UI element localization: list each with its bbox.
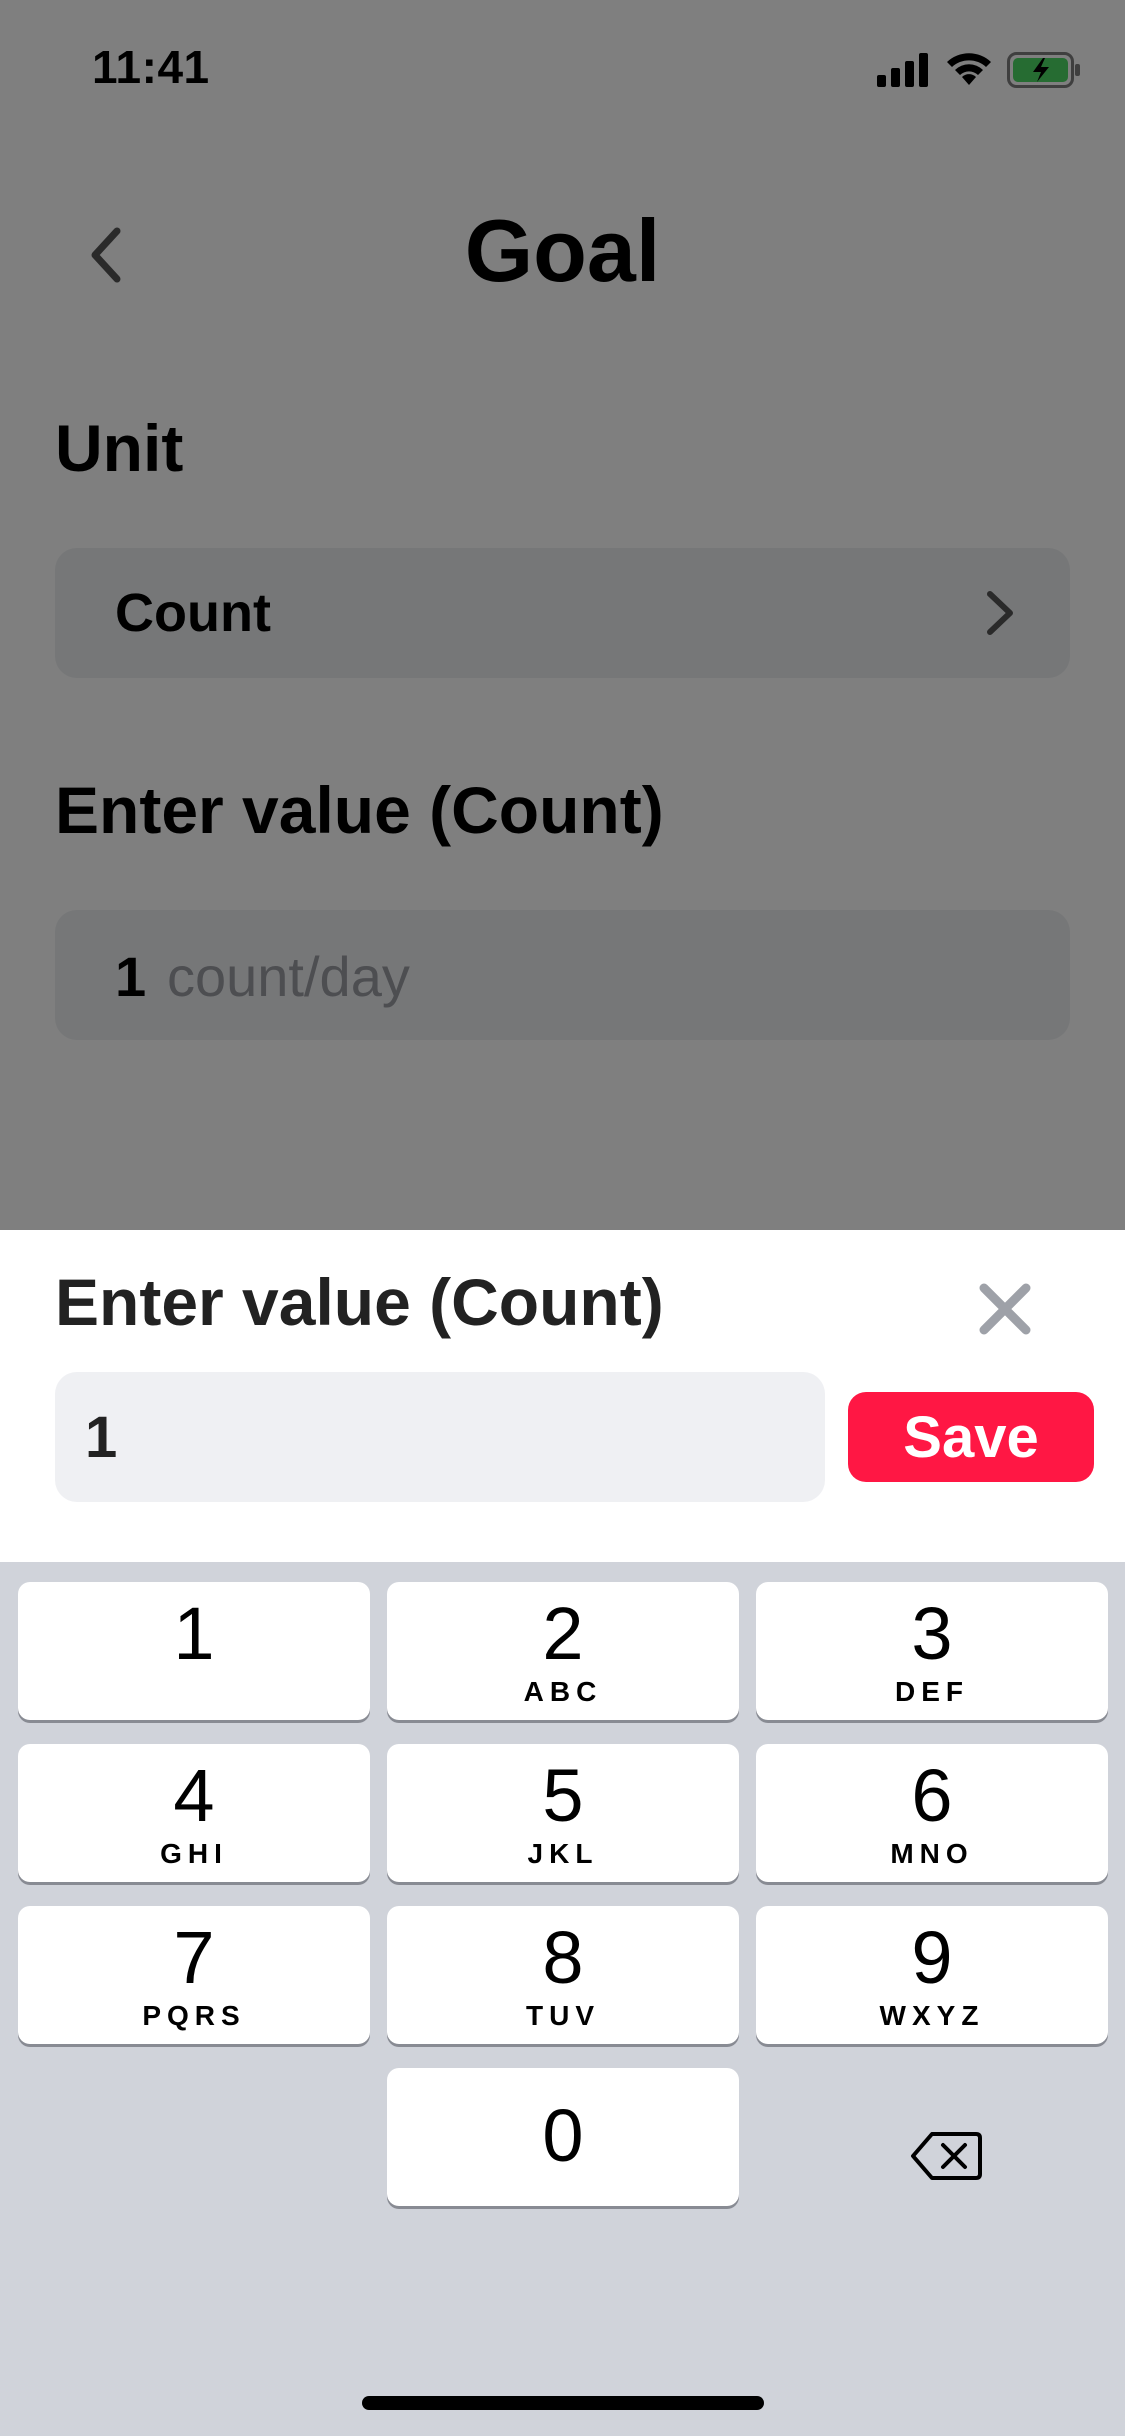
value-field[interactable]: 1 count/day <box>55 910 1070 1040</box>
key-5[interactable]: 5 JKL <box>387 1744 739 1882</box>
unit-selector[interactable]: Count <box>55 548 1070 678</box>
value-input[interactable] <box>55 1372 825 1502</box>
value-entry-sheet: Enter value (Count) Save <box>0 1230 1125 1562</box>
close-icon <box>979 1283 1031 1335</box>
key-9[interactable]: 9 WXYZ <box>756 1906 1108 2044</box>
key-digit: 0 <box>542 2094 584 2177</box>
key-letters: MNO <box>890 1838 974 1869</box>
status-icons <box>877 50 1081 90</box>
key-letters: DEF <box>895 1676 969 1707</box>
key-1[interactable]: 1 <box>18 1582 370 1720</box>
key-letters: ABC <box>523 1676 603 1707</box>
key-digit: 4 <box>173 1754 215 1837</box>
value-unit-suffix: count/day <box>167 945 410 1008</box>
close-button[interactable] <box>970 1274 1040 1344</box>
key-letters: TUV <box>526 2000 600 2031</box>
key-8[interactable]: 8 TUV <box>387 1906 739 2044</box>
key-digit: 7 <box>173 1916 215 1999</box>
key-digit: 1 <box>173 1592 215 1675</box>
key-0[interactable]: 0 <box>387 2068 739 2206</box>
sheet-title: Enter value (Count) <box>55 1265 664 1339</box>
wifi-icon <box>947 53 991 85</box>
status-bar: 11:41 <box>0 0 1125 132</box>
battery-charging-icon <box>1007 52 1080 88</box>
key-letters: JKL <box>527 1838 599 1869</box>
key-digit: 3 <box>911 1592 953 1675</box>
save-button[interactable]: Save <box>848 1392 1094 1482</box>
goal-screen: 11:41 Goal Unit Count Enter value (Count… <box>0 0 1125 1230</box>
key-digit: 6 <box>911 1754 953 1837</box>
key-7[interactable]: 7 PQRS <box>18 1906 370 2044</box>
unit-value: Count <box>115 583 271 643</box>
key-3[interactable]: 3 DEF <box>756 1582 1108 1720</box>
key-2[interactable]: 2 ABC <box>387 1582 739 1720</box>
key-letters: WXYZ <box>879 2000 985 2031</box>
key-4[interactable]: 4 GHI <box>18 1744 370 1882</box>
home-indicator <box>362 2396 764 2410</box>
key-letters: PQRS <box>142 2000 246 2031</box>
unit-section-label: Unit <box>55 411 184 485</box>
key-digit: 5 <box>542 1754 584 1837</box>
delete-key[interactable] <box>886 2106 1006 2206</box>
key-digit: 2 <box>542 1592 584 1675</box>
key-letters: GHI <box>160 1838 228 1869</box>
chevron-right-icon <box>987 591 1013 635</box>
numeric-keypad: 1 2 ABC 3 DEF 4 GHI 5 JKL 6 MNO 7 PQRS 8… <box>0 1562 1125 2436</box>
backspace-icon <box>911 2132 982 2180</box>
key-6[interactable]: 6 MNO <box>756 1744 1108 1882</box>
value-number: 1 <box>115 945 147 1008</box>
navigation-bar: Goal <box>0 190 1125 320</box>
page-title: Goal <box>464 201 661 300</box>
cellular-signal-icon <box>877 53 928 87</box>
key-digit: 8 <box>542 1916 584 1999</box>
status-time: 11:41 <box>92 41 210 93</box>
key-digit: 9 <box>911 1916 953 1999</box>
value-section-label: Enter value (Count) <box>55 773 664 847</box>
